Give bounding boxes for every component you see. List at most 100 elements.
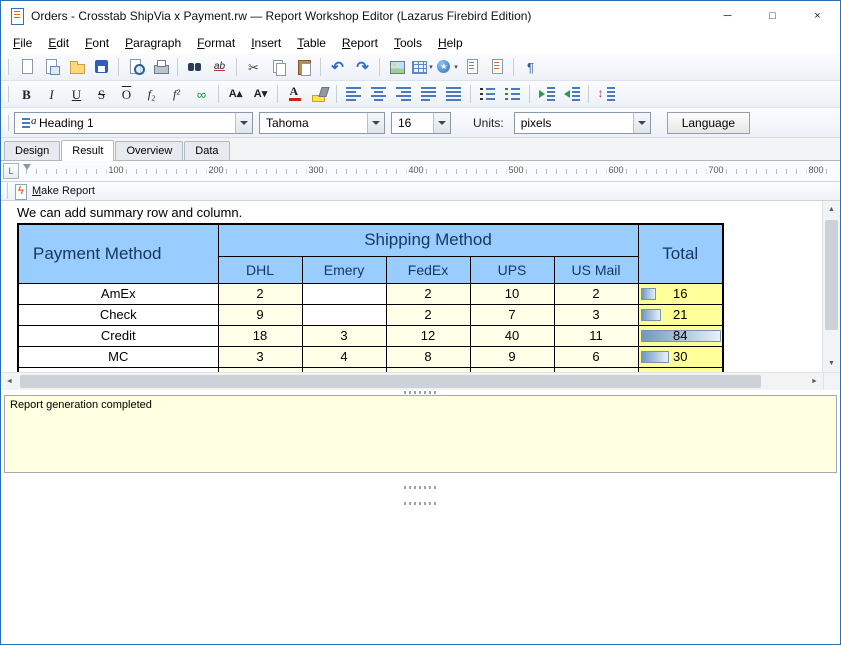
font-size-select[interactable]: 16: [391, 112, 451, 134]
tab-data[interactable]: Data: [184, 141, 229, 160]
row-total-cell[interactable]: 21: [638, 304, 723, 325]
vertical-scrollbar[interactable]: ▲ ▼: [822, 201, 840, 372]
toolbar-grip[interactable]: [6, 115, 9, 131]
data-cell[interactable]: 9: [218, 304, 302, 325]
splitter-grip[interactable]: [404, 391, 438, 394]
menu-font[interactable]: Font: [77, 33, 117, 53]
tab-design[interactable]: Design: [4, 141, 60, 160]
bullet-list-button[interactable]: [476, 83, 499, 105]
row-label-cell[interactable]: Check: [18, 304, 218, 325]
scroll-up-icon[interactable]: ▲: [823, 201, 840, 218]
menu-table[interactable]: Table: [289, 33, 334, 53]
cut-button[interactable]: ✂: [242, 56, 265, 78]
save-button[interactable]: [90, 56, 113, 78]
data-cell[interactable]: 10: [470, 283, 554, 304]
document-properties-button[interactable]: [485, 56, 508, 78]
replace-button[interactable]: ab: [208, 56, 231, 78]
ruler[interactable]: 100200300400500600700800 L: [1, 161, 840, 182]
row-total-cell[interactable]: 30: [638, 346, 723, 367]
insert-table-button-dropdown-icon[interactable]: ▾: [429, 63, 433, 71]
paste-button[interactable]: [292, 56, 315, 78]
data-cell[interactable]: 2: [554, 283, 638, 304]
ruler-track[interactable]: 100200300400500600700800: [1, 161, 840, 181]
open-button[interactable]: [65, 56, 88, 78]
dropdown-arrow-icon[interactable]: [235, 113, 252, 133]
data-cell[interactable]: [302, 283, 386, 304]
superscript-button[interactable]: f²: [165, 83, 188, 105]
dropdown-arrow-icon[interactable]: [433, 113, 450, 133]
intro-paragraph[interactable]: We can add summary row and column.: [17, 205, 822, 220]
menu-format[interactable]: Format: [189, 33, 243, 53]
data-cell[interactable]: [302, 304, 386, 325]
data-cell[interactable]: 2: [386, 304, 470, 325]
underline-button[interactable]: U: [65, 83, 88, 105]
menu-edit[interactable]: Edit: [40, 33, 77, 53]
data-cell[interactable]: 12: [470, 367, 554, 372]
justify-button[interactable]: [417, 83, 440, 105]
toolbar-grip[interactable]: [6, 59, 9, 75]
indent-marker[interactable]: [23, 164, 31, 170]
dropdown-arrow-icon[interactable]: [367, 113, 384, 133]
scroll-right-icon[interactable]: ►: [806, 373, 823, 390]
data-cell[interactable]: 18: [218, 325, 302, 346]
numbered-list-button[interactable]: [501, 83, 524, 105]
undo-button[interactable]: ↶: [326, 56, 349, 78]
menu-help[interactable]: Help: [430, 33, 471, 53]
line-spacing-button[interactable]: [594, 83, 617, 105]
row-label-cell[interactable]: Credit: [18, 325, 218, 346]
data-cell[interactable]: 3: [302, 325, 386, 346]
hyperlink-button[interactable]: ∞: [190, 83, 213, 105]
shrink-font-button[interactable]: A▾: [249, 83, 272, 105]
splitter-grip[interactable]: [404, 486, 438, 489]
data-cell[interactable]: 11: [554, 325, 638, 346]
insert-page-break-button[interactable]: [460, 56, 483, 78]
row-total-cell[interactable]: 16: [638, 283, 723, 304]
insert-symbol-button[interactable]: ▾: [435, 56, 458, 78]
tab-overview[interactable]: Overview: [115, 141, 183, 160]
row-total-cell[interactable]: 34: [638, 367, 723, 372]
horizontal-scroll-thumb[interactable]: [20, 375, 761, 388]
menu-insert[interactable]: Insert: [243, 33, 289, 53]
decrease-indent-button[interactable]: [560, 83, 583, 105]
data-cell[interactable]: 4: [302, 367, 386, 372]
row-total-cell[interactable]: 84: [638, 325, 723, 346]
print-preview-button[interactable]: [124, 56, 147, 78]
align-left-button[interactable]: [342, 83, 365, 105]
maximize-button[interactable]: □: [750, 1, 795, 31]
data-cell[interactable]: 8: [554, 367, 638, 372]
data-cell[interactable]: 3: [554, 304, 638, 325]
units-select[interactable]: pixels: [514, 112, 651, 134]
menu-tools[interactable]: Tools: [386, 33, 430, 53]
redo-button[interactable]: ↷: [351, 56, 374, 78]
font-family-select[interactable]: Tahoma: [259, 112, 385, 134]
data-cell[interactable]: 2: [386, 283, 470, 304]
show-formatting-marks-button[interactable]: ¶: [519, 56, 542, 78]
data-cell[interactable]: 2: [218, 283, 302, 304]
menu-paragraph[interactable]: Paragraph: [117, 33, 189, 53]
force-justify-button[interactable]: [442, 83, 465, 105]
grow-font-button[interactable]: A▴: [224, 83, 247, 105]
data-cell[interactable]: 9: [470, 346, 554, 367]
insert-image-button[interactable]: [385, 56, 408, 78]
overline-button[interactable]: O: [115, 83, 138, 105]
toolbar-grip[interactable]: [5, 183, 8, 199]
language-button[interactable]: Language: [667, 112, 750, 134]
data-cell[interactable]: 4: [302, 346, 386, 367]
data-cell[interactable]: 12: [386, 325, 470, 346]
toolbar-grip[interactable]: [6, 86, 9, 102]
tab-stop-selector[interactable]: L: [3, 163, 19, 179]
italic-button[interactable]: I: [40, 83, 63, 105]
find-button[interactable]: [183, 56, 206, 78]
splitter-grip[interactable]: [404, 502, 438, 505]
row-label-cell[interactable]: AmEx: [18, 283, 218, 304]
align-right-button[interactable]: [392, 83, 415, 105]
subscript-button[interactable]: f₂: [140, 83, 163, 105]
data-cell[interactable]: 4: [218, 367, 302, 372]
menu-report[interactable]: Report: [334, 33, 386, 53]
highlight-button[interactable]: [308, 83, 331, 105]
scroll-left-icon[interactable]: ◄: [1, 373, 18, 390]
insert-symbol-button-dropdown-icon[interactable]: ▾: [454, 63, 458, 71]
document-page[interactable]: We can add summary row and column. Payme…: [1, 201, 822, 372]
bold-button[interactable]: B: [15, 83, 38, 105]
insert-table-button[interactable]: ▾: [410, 56, 433, 78]
